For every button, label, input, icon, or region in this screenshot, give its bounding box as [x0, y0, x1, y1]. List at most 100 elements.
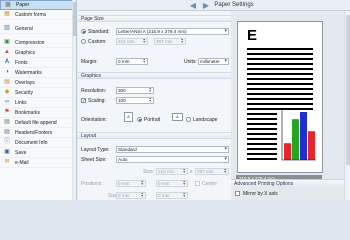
- bookmark-icon: ⚑: [4, 109, 10, 115]
- stepper-icon: ▲ ▼: [180, 38, 184, 44]
- sidebar-item-fonts[interactable]: A Fonts: [0, 58, 76, 68]
- header-bar: ◀ ▶ Paper Settings: [78, 0, 350, 11]
- sheet-width-field[interactable]: 210 mm ▲ ▼: [156, 168, 188, 175]
- position-x-field[interactable]: 0 mm ▲ ▼: [116, 180, 146, 187]
- position-y-field[interactable]: 0 mm ▲ ▼: [156, 180, 188, 187]
- chevron-down-icon: ▾: [224, 58, 227, 64]
- general-icon: ▧: [4, 25, 10, 31]
- scaling-value: 100: [118, 98, 126, 103]
- custom-height-value: 297 mm: [156, 39, 173, 44]
- portrait-radio[interactable]: [137, 117, 142, 122]
- portrait-label: Portrait: [144, 117, 161, 123]
- custom-radio[interactable]: [81, 39, 86, 44]
- landscape-orientation-icon: A: [172, 113, 183, 121]
- sidebar-item-label: Bookmarks: [15, 109, 41, 116]
- sidebar-item-document-info[interactable]: ⓘ Document Info: [0, 138, 76, 148]
- sidebar-item-paper[interactable]: ▩ Paper: [0, 0, 76, 10]
- standard-size-select[interactable]: Letter/ANSI A (215.9 x 279.4 mm) ▾: [116, 28, 229, 35]
- sidebar-item-graphics[interactable]: ▲ Graphics: [0, 48, 76, 58]
- sidebar-item-label: Watermarks: [15, 69, 42, 76]
- sidebar-item-label: General: [15, 25, 33, 32]
- units-label: Units:: [184, 59, 197, 65]
- units-select[interactable]: millimeter ▾: [198, 58, 229, 65]
- resolution-value: 300: [118, 88, 126, 93]
- custom-height-field[interactable]: 297 mm ▲ ▼: [154, 38, 186, 45]
- preview-scroll-thumb[interactable]: [346, 15, 350, 165]
- size-label: Size:: [143, 169, 155, 175]
- mirror-x-checkbox[interactable]: [235, 191, 240, 196]
- sidebar-item-overlays[interactable]: ▤ Overlays: [0, 78, 76, 88]
- margin-label: Margin:: [81, 59, 98, 65]
- sidebar-item-links[interactable]: ∞ Links: [0, 98, 76, 108]
- sidebar-scrollbar[interactable]: [72, 0, 76, 200]
- custom-label: Custom:: [88, 39, 107, 45]
- preview-letter: E: [247, 27, 257, 44]
- margin-field[interactable]: 0 mm ▲ ▼: [116, 58, 148, 65]
- settings-panel: Page Size Standard: Letter/ANSI A (215.9…: [78, 11, 231, 200]
- sidebar-item-label: Save: [15, 149, 27, 156]
- sidebar-item-watermarks[interactable]: ◑ Watermarks: [0, 68, 76, 78]
- page-size-section: Page Size: [78, 15, 231, 22]
- sidebar-item-headers-footers[interactable]: ▤ Headers/Footers: [0, 128, 76, 138]
- units-value: millimeter: [200, 59, 220, 64]
- chevron-down-icon: ▾: [224, 28, 227, 34]
- layout-type-select[interactable]: Standard ▾: [116, 146, 229, 153]
- sidebar-item-default-file-append[interactable]: ▤ Default file append: [0, 118, 76, 128]
- section-title: Page Size: [78, 15, 231, 22]
- sidebar-item-label: e-Mail: [15, 159, 29, 166]
- stepper-icon: ▲ ▼: [148, 87, 152, 93]
- sidebar-item-bookmarks[interactable]: ⚑ Bookmarks: [0, 108, 76, 118]
- sidebar-item-compression[interactable]: ▣ Compression: [0, 38, 76, 48]
- stepper-icon: ▲ ▼: [140, 180, 144, 186]
- center-label: Center: [202, 181, 218, 187]
- sheet-height-value: 297 mm: [197, 169, 214, 174]
- sheet-size-select[interactable]: Auto ▾: [116, 156, 229, 163]
- sidebar-item-email[interactable]: ✉ e-Mail: [0, 158, 76, 168]
- stepper-icon: ▲ ▼: [182, 168, 186, 174]
- graphics-section: Graphics: [78, 72, 231, 79]
- fonts-icon: A: [4, 59, 10, 65]
- size2-height-field[interactable]: 0 mm ▲ ▼: [156, 192, 188, 199]
- size2-width-field[interactable]: 0 mm ▲ ▼: [116, 192, 146, 199]
- sidebar-item-label: Compression: [15, 39, 45, 46]
- sheet-size-value: Auto: [118, 157, 128, 162]
- layout-type-label: Layout Type:: [81, 147, 110, 153]
- preview-scrollbar[interactable]: [344, 11, 350, 200]
- sidebar-item-label: Headers/Footers: [15, 129, 53, 136]
- sidebar-scroll-thumb[interactable]: [73, 2, 76, 36]
- graphics-icon: ▲: [4, 49, 10, 55]
- advanced-printing-options-header: Advanced Printing Options: [231, 179, 350, 187]
- preview-bar-graphic: [281, 110, 316, 161]
- sidebar-item-save[interactable]: ▣ Save: [0, 148, 76, 158]
- resolution-field[interactable]: 300 ▲ ▼: [116, 87, 154, 94]
- scaling-checkbox[interactable]: ✓: [81, 98, 86, 104]
- multiply-sign: x: [190, 169, 193, 175]
- chevron-down-icon: ▾: [224, 156, 227, 162]
- stepper-icon: ▲ ▼: [140, 192, 144, 198]
- sidebar-item-security[interactable]: ◆ Security: [0, 88, 76, 98]
- chevron-down-icon: ▾: [224, 146, 227, 152]
- links-icon: ∞: [4, 99, 10, 105]
- sidebar-item-custom-forms[interactable]: ▦ Custom forms: [0, 10, 76, 20]
- custom-width-field[interactable]: 215 mm ▲ ▼: [116, 38, 148, 45]
- resolution-label: Resolution:: [81, 88, 107, 94]
- layout-type-value: Standard: [118, 147, 137, 152]
- landscape-radio[interactable]: [186, 117, 191, 122]
- custom-width-value: 215 mm: [118, 39, 135, 44]
- compression-icon: ▣: [4, 39, 10, 45]
- center-checkbox[interactable]: [195, 181, 200, 186]
- sidebar-item-general[interactable]: ▧ General: [0, 24, 76, 34]
- overlay-icon: ▤: [4, 79, 10, 85]
- standard-size-value: Letter/ANSI A (215.9 x 279.4 mm): [118, 29, 187, 34]
- scaling-field[interactable]: 100 ▲ ▼: [116, 97, 154, 104]
- portrait-orientation-icon: A: [124, 112, 133, 122]
- scaling-label: Scaling:: [88, 98, 106, 104]
- layout-section: Layout: [78, 132, 231, 139]
- preview-drawing: E: [247, 27, 316, 161]
- sheet-height-field[interactable]: 297 mm ▲ ▼: [195, 168, 229, 175]
- section-title: Layout: [78, 132, 231, 139]
- standard-radio[interactable]: [81, 29, 86, 34]
- size2-width-value: 0 mm: [118, 193, 130, 198]
- margin-value: 0 mm: [118, 59, 130, 64]
- info-icon: ⓘ: [3, 139, 10, 145]
